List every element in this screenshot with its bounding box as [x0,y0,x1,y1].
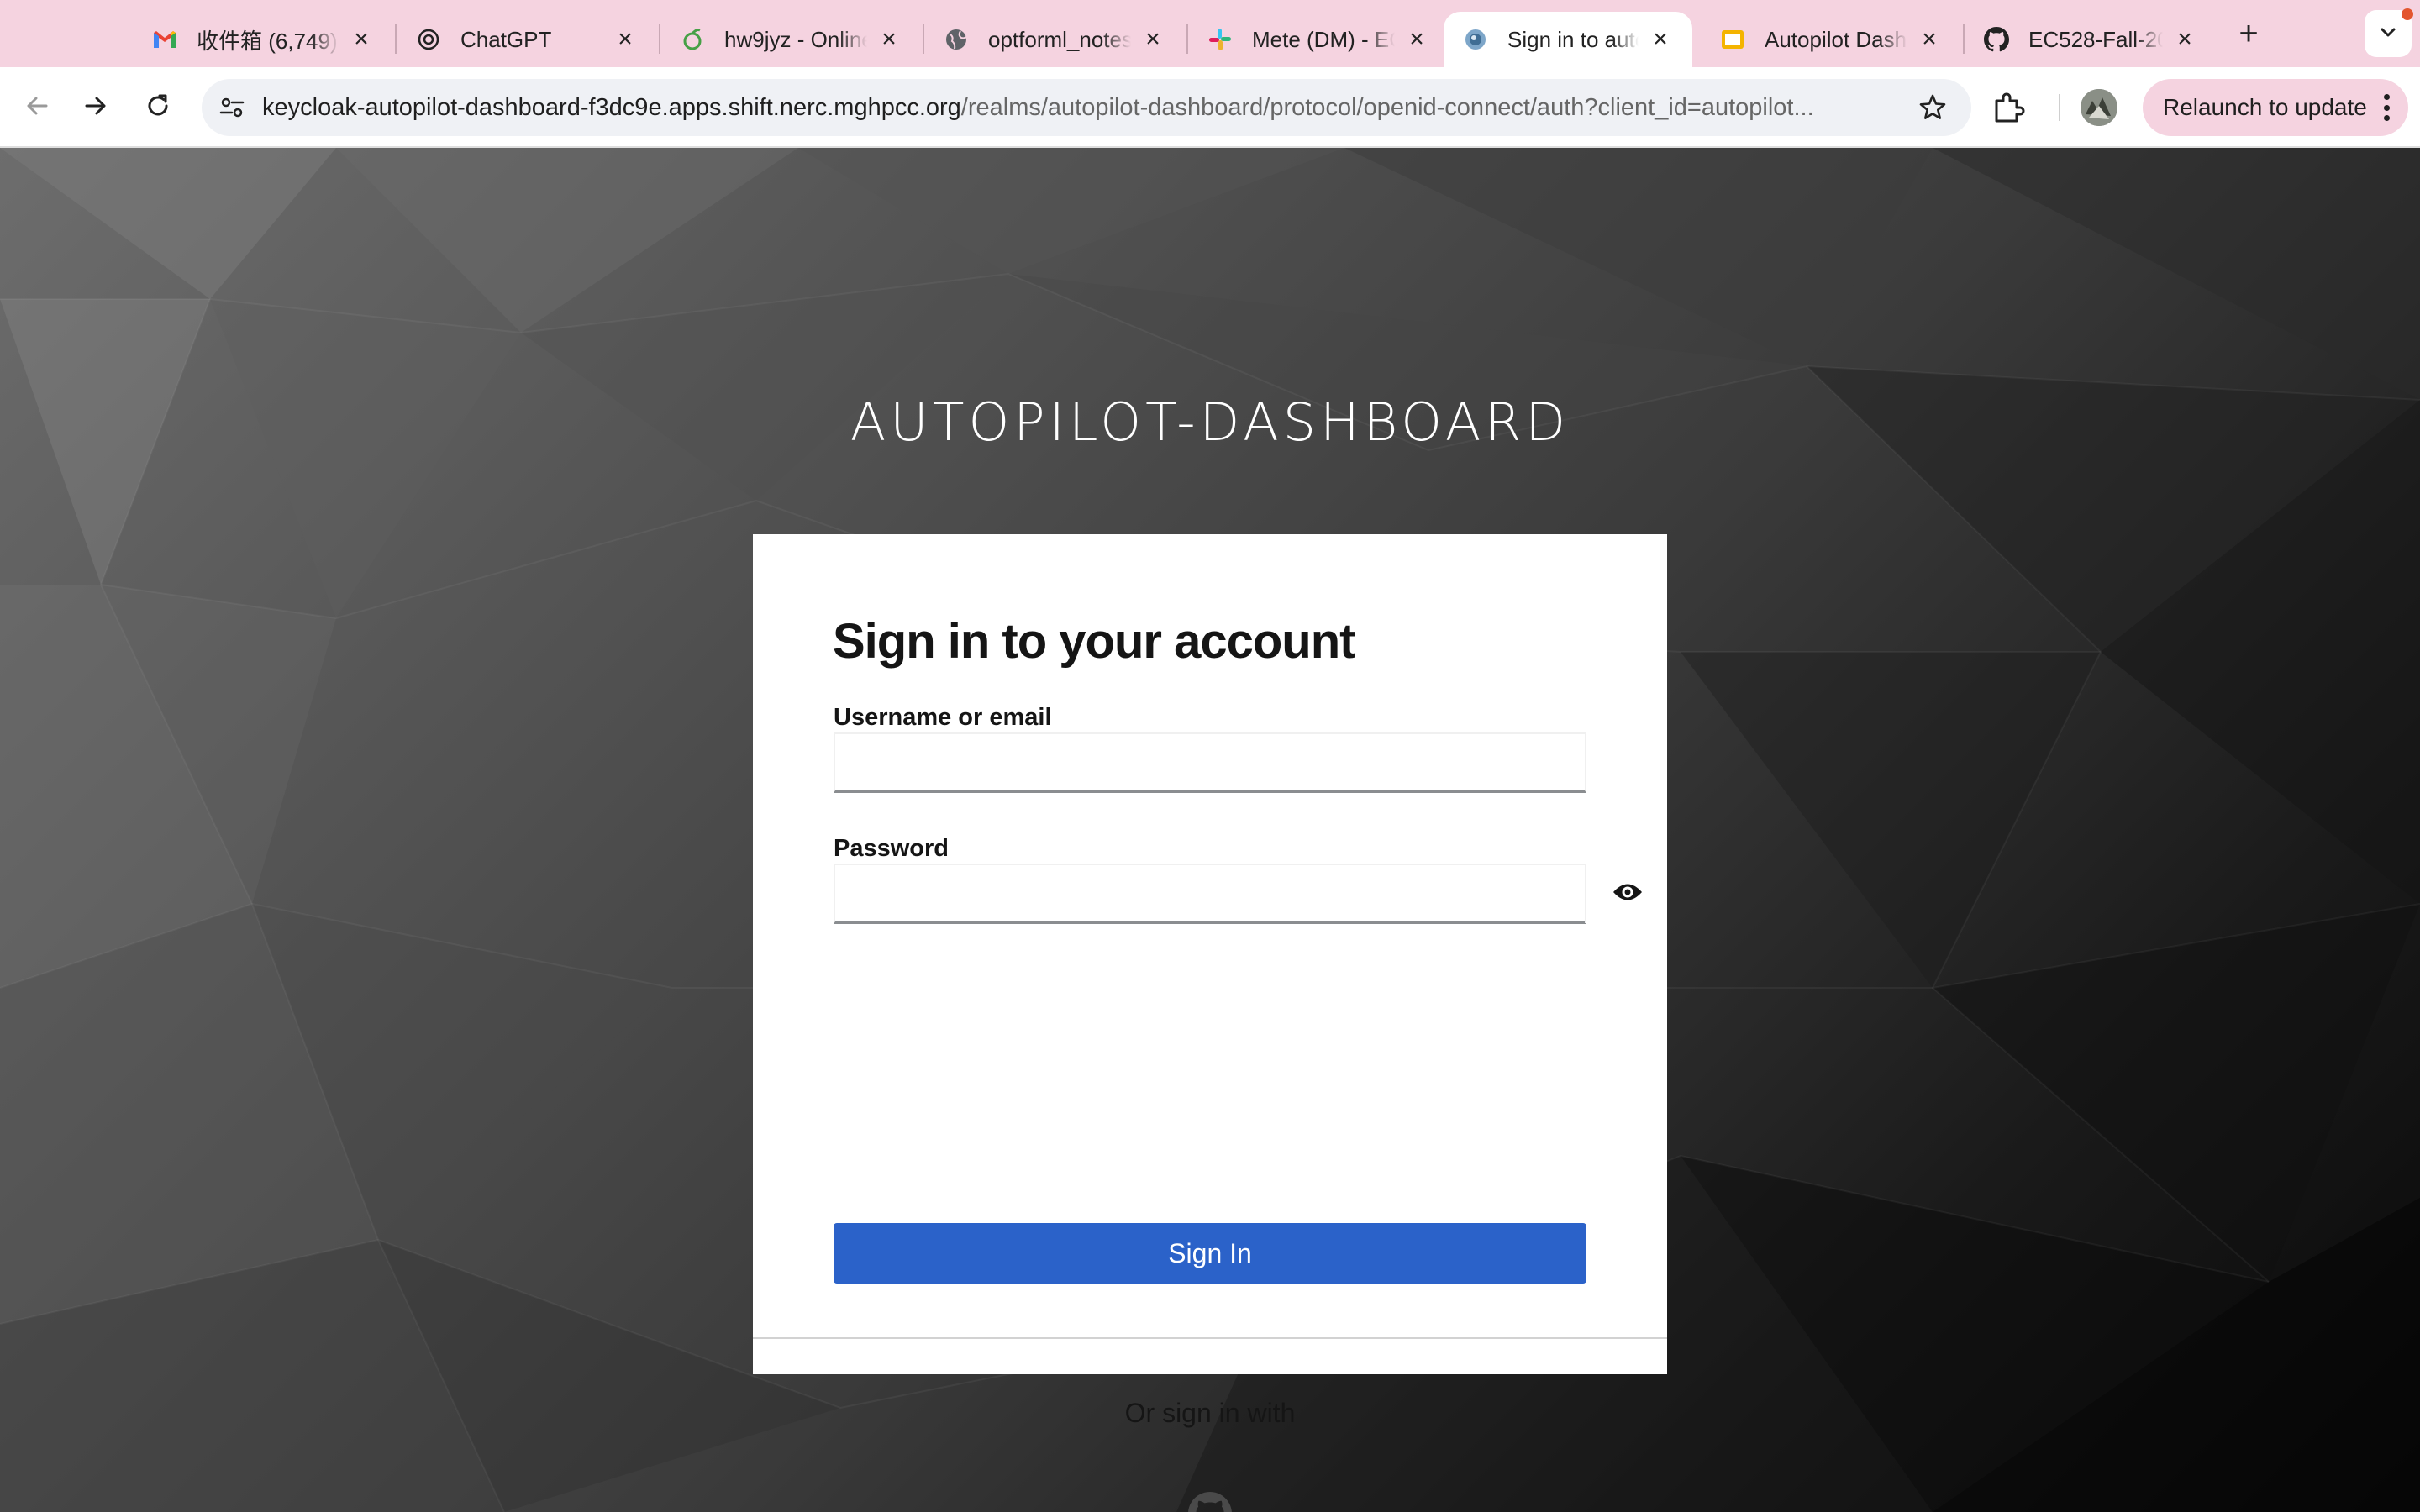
tab-optforml-notes[interactable]: optforml_notes × [924,12,1185,67]
profile-avatar[interactable] [2081,89,2118,126]
chatgpt-icon [415,26,442,53]
divider [753,1337,1667,1339]
url-path: /realms/autopilot-dashboard/protocol/ope… [960,93,1814,121]
tab-title: Mete (DM) - EC [1252,26,1395,52]
close-tab-icon[interactable]: × [348,26,375,53]
realm-title: AUTOPILOT-DASHBOARD [850,391,1570,453]
tab-search-button[interactable] [2365,8,2413,57]
slack-icon [1207,26,1234,53]
tab-title: optforml_notes [988,26,1131,52]
tab-keycloak-signin[interactable]: Sign in to autopilot × [1444,12,1692,67]
forward-button[interactable] [72,84,119,131]
tab-title: ChatGPT [460,26,552,52]
more-menu-icon[interactable] [2383,94,2390,121]
arrow-left-icon [23,92,51,124]
bookmark-star-icon[interactable] [1918,92,1948,123]
back-button[interactable] [13,84,60,131]
toolbar-divider [2059,94,2060,121]
tab-gmail[interactable]: 收件箱 (6,749) × [133,12,393,67]
tab-strip: 收件箱 (6,749) × ChatGPT × hw9jyz - Online … [0,0,2420,67]
page-title: Sign in to your account [833,614,1355,669]
relaunch-to-update-button[interactable]: Relaunch to update [2143,79,2408,136]
login-page: AUTOPILOT-DASHBOARD Sign in to your acco… [0,148,2420,1512]
tab-overleaf[interactable]: hw9jyz - Online × [660,12,921,67]
overleaf-icon [679,26,706,53]
slides-icon [1719,26,1746,53]
tab-github[interactable]: EC528-Fall-20 × [1965,12,2217,67]
keycloak-icon [1462,26,1489,53]
url-host: keycloak-autopilot-dashboard-f3dc9e.apps… [262,93,961,121]
tab-slides[interactable]: Autopilot Dash × [1701,12,1961,67]
close-tab-icon[interactable]: × [1916,26,1943,53]
new-tab-button[interactable]: + [2230,15,2267,52]
eye-icon [1612,881,1644,907]
update-dot [2402,8,2413,20]
tab-title: Autopilot Dash [1765,26,1907,52]
username-label: Username or email [834,704,1052,731]
site-info-icon[interactable] [205,81,259,134]
password-field[interactable] [834,864,1642,924]
arrow-right-icon [82,92,110,124]
social-login-heading: Or sign in with [1124,1398,1296,1428]
tab-title: Sign in to autopilot [1507,26,1639,52]
show-password-button[interactable] [1585,865,1669,923]
login-card: Sign in to your account Username or emai… [753,534,1667,1512]
github-icon [1983,26,2010,53]
address-bar[interactable]: keycloak-autopilot-dashboard-f3dc9e.apps… [202,79,1971,136]
username-field[interactable] [834,732,1586,793]
browser-toolbar: keycloak-autopilot-dashboard-f3dc9e.apps… [0,67,2420,148]
sign-in-button[interactable]: Sign In [834,1223,1586,1284]
close-tab-icon[interactable]: × [1403,26,1430,53]
gmail-icon [151,26,178,53]
tab-chatgpt[interactable]: ChatGPT × [397,12,657,67]
close-tab-icon[interactable]: × [876,26,902,53]
close-tab-icon[interactable]: × [1139,26,1166,53]
github-login-button[interactable] [1188,1492,1232,1512]
sign-in-label: Sign In [1168,1237,1252,1268]
tab-title: hw9jyz - Online [724,26,867,52]
tab-title: 收件箱 (6,749) [197,28,338,54]
reload-icon [144,92,172,124]
close-tab-icon[interactable]: × [2171,26,2198,53]
password-label: Password [834,835,949,862]
relaunch-label: Relaunch to update [2163,94,2367,120]
extensions-icon[interactable] [1991,91,2025,124]
close-tab-icon[interactable]: × [612,26,639,53]
chevron-down-icon [2378,22,2398,46]
tab-slack[interactable]: Mete (DM) - EC × [1188,12,1449,67]
close-tab-icon[interactable]: × [1647,26,1674,53]
url-text[interactable]: keycloak-autopilot-dashboard-f3dc9e.apps… [262,94,1901,122]
reload-button[interactable] [134,84,182,131]
globe-icon [943,26,970,53]
tab-title: EC528-Fall-20 [2028,26,2163,52]
